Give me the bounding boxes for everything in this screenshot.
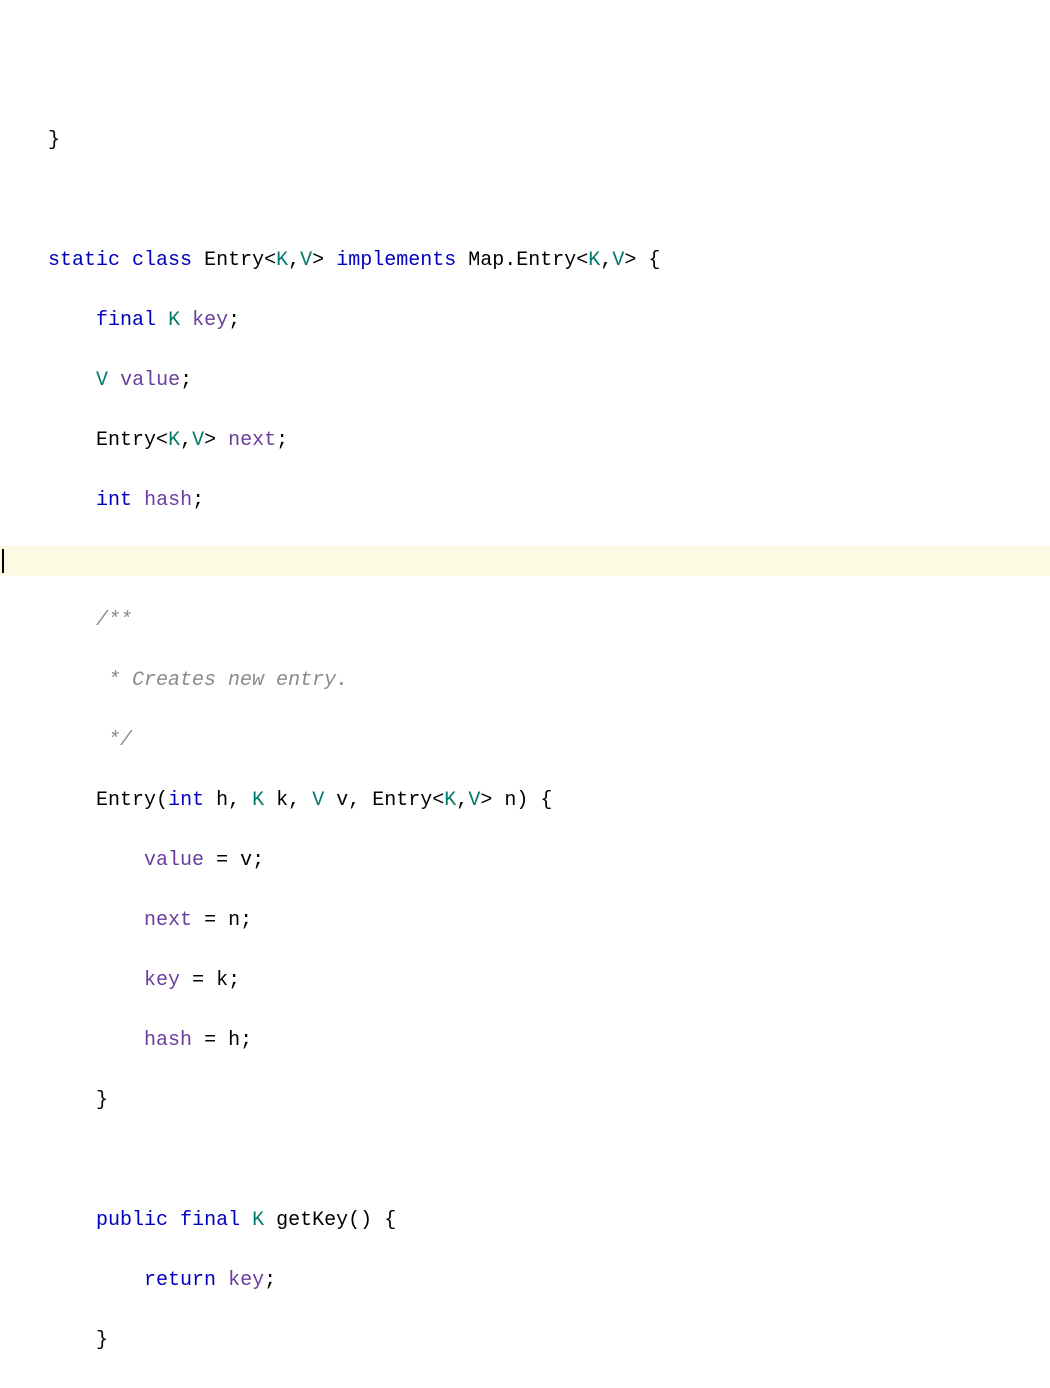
param-name: v [336,786,348,816]
open-brace: { [540,786,552,816]
keyword-final: final [180,1206,240,1236]
type-ref: Entry [516,246,576,276]
code-line[interactable]: key = k; [0,966,1050,996]
guide-indent [0,726,48,756]
code-line[interactable]: value = v; [0,846,1050,876]
code-line[interactable]: hash = h; [0,1026,1050,1056]
constructor-name: Entry [96,786,156,816]
guide-indent [0,426,48,456]
type-ref: Entry [372,786,432,816]
field-name: next [228,426,276,456]
keyword-final: final [96,306,156,336]
keyword-class: class [132,246,192,276]
code-line-blank[interactable] [0,1386,1050,1388]
field-name: key [192,306,228,336]
type-param: V [300,246,312,276]
type-ref: V [312,786,324,816]
code-line[interactable]: } [0,1326,1050,1356]
current-line-highlight[interactable] [0,546,1050,576]
guide-indent [0,126,48,156]
type-ref: K [168,306,180,336]
guide-indent [0,906,48,936]
type-ref: K [252,786,264,816]
code-line[interactable]: */ [0,726,1050,756]
code-line[interactable]: /** [0,606,1050,636]
code-line[interactable]: next = n; [0,906,1050,936]
param-name: k [276,786,288,816]
type-param: V [192,426,204,456]
javadoc-comment: /** [96,606,132,636]
guide-indent [0,366,48,396]
code-line[interactable]: final K key; [0,306,1050,336]
keyword-return: return [144,1266,216,1296]
javadoc-comment: */ [96,726,132,756]
guide-indent [0,486,48,516]
code-line[interactable]: static class Entry<K,V> implements Map.E… [0,246,1050,276]
guide-indent [0,306,48,336]
code-line-blank[interactable] [0,1146,1050,1176]
param-name: h [216,786,228,816]
text-cursor [2,549,4,573]
type-param: K [276,246,288,276]
method-name: getKey [276,1206,348,1236]
type-param: K [168,426,180,456]
code-line-blank[interactable] [0,186,1050,216]
field-ref: key [144,966,180,996]
javadoc-comment: * Creates new entry. [96,666,348,696]
code-line[interactable]: public final K getKey() { [0,1206,1050,1236]
field-ref: value [144,846,204,876]
close-brace: } [96,1086,108,1116]
type-param: V [612,246,624,276]
guide-indent [0,786,48,816]
guide-indent [0,606,48,636]
guide-indent [0,1146,48,1176]
code-line[interactable]: return key; [0,1266,1050,1296]
type-ref: Map [468,246,504,276]
keyword-int: int [168,786,204,816]
class-name: Entry [204,246,264,276]
open-brace: { [384,1206,396,1236]
guide-indent [0,1386,48,1388]
close-brace: } [48,126,60,156]
type-param: K [588,246,600,276]
var-ref: k [216,966,228,996]
guide-indent [0,1326,48,1356]
keyword-public: public [96,1206,168,1236]
field-name: value [120,366,180,396]
guide-indent [0,666,48,696]
open-brace: { [648,246,660,276]
var-ref: n [228,906,240,936]
keyword-int: int [96,486,132,516]
guide-indent [0,1086,48,1116]
type-ref: K [252,1206,264,1236]
keyword-implements: implements [336,246,456,276]
type-ref: V [96,366,108,396]
param-name: n [504,786,516,816]
guide-indent [0,1026,48,1056]
guide-indent [0,846,48,876]
guide-indent [0,1266,48,1296]
guide-indent [0,966,48,996]
code-line[interactable]: * Creates new entry. [0,666,1050,696]
close-brace: } [96,1326,108,1356]
indent [0,246,48,276]
code-line[interactable]: } [0,1086,1050,1116]
type-ref: Entry [96,426,156,456]
var-ref: v [240,846,252,876]
field-ref: key [228,1266,264,1296]
field-ref: hash [144,1026,192,1056]
type-param: K [444,786,456,816]
code-line[interactable]: Entry(int h, K k, V v, Entry<K,V> n) { [0,786,1050,816]
code-line[interactable]: int hash; [0,486,1050,516]
field-ref: next [144,906,192,936]
code-line[interactable]: V value; [0,366,1050,396]
field-name: hash [144,486,192,516]
code-line[interactable]: Entry<K,V> next; [0,426,1050,456]
type-param: V [468,786,480,816]
keyword-static: static [48,246,120,276]
guide-indent [0,1206,48,1236]
code-line[interactable]: } [0,126,1050,156]
var-ref: h [228,1026,240,1056]
